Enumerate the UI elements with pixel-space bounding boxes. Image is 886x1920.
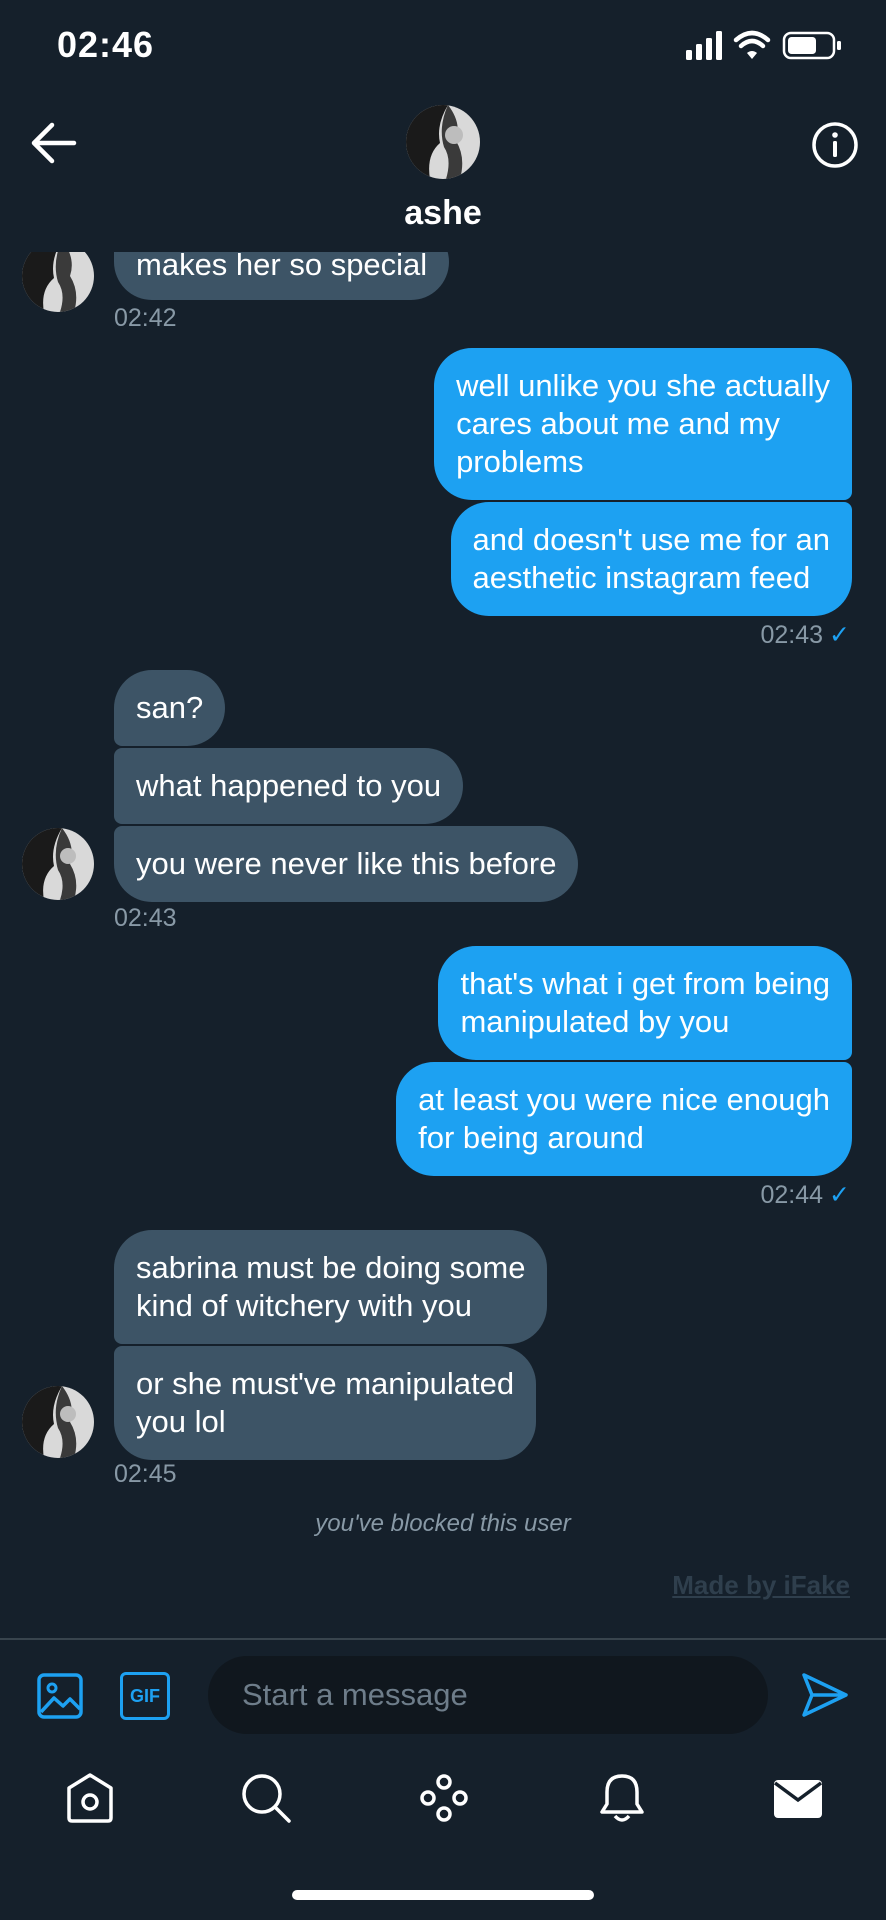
- nav-home[interactable]: [62, 1770, 118, 1826]
- header-avatar[interactable]: [406, 105, 480, 179]
- info-button[interactable]: [810, 120, 860, 170]
- battery-icon: [782, 31, 841, 60]
- home-icon: [67, 1773, 113, 1823]
- contact-avatar[interactable]: [22, 828, 94, 900]
- contact-avatar[interactable]: [22, 1386, 94, 1458]
- message-timestamp: 02:45: [114, 1460, 177, 1488]
- timestamp-text: 02:44: [760, 1181, 824, 1209]
- wifi-icon: [733, 30, 771, 59]
- message-timestamp: 02:43: [114, 904, 177, 932]
- message-text-line: problems: [456, 444, 584, 479]
- message-text: you were never like this before: [136, 846, 557, 881]
- message-text-line: or she must've manipulated: [136, 1366, 515, 1401]
- message-bubble-incoming[interactable]: sabrina must be doing some kind of witch…: [114, 1230, 548, 1344]
- read-check-icon: ✓: [829, 1181, 850, 1209]
- image-icon: [37, 1673, 83, 1719]
- message-text: san?: [136, 690, 204, 725]
- conversation[interactable]: makes her so special 02:42 well unlike y…: [0, 252, 886, 1636]
- signal-icon: [686, 30, 841, 60]
- notifications-icon: [600, 1774, 644, 1822]
- message-text-line: that's what i get from being: [460, 966, 830, 1001]
- message-bubble-outgoing[interactable]: at least you were nice enough for being …: [396, 1062, 852, 1176]
- home-indicator[interactable]: [292, 1890, 594, 1900]
- message-text: what happened to you: [136, 768, 442, 803]
- contact-avatar[interactable]: [22, 252, 94, 312]
- message-text-line: cares about me and my: [456, 406, 781, 441]
- messages-icon: [773, 1780, 823, 1818]
- blocked-notice: you've blocked this user: [315, 1510, 571, 1537]
- message-text-line: and doesn't use me for an: [472, 522, 830, 557]
- watermark-link[interactable]: Made by iFake: [672, 1570, 850, 1601]
- status-icons: [684, 28, 844, 62]
- search-icon: [242, 1774, 291, 1823]
- spaces-icon: [420, 1774, 468, 1822]
- avatar-image: [406, 105, 480, 179]
- nav-notifications[interactable]: [594, 1770, 650, 1826]
- message-text-line: kind of witchery with you: [136, 1288, 472, 1323]
- contact-name[interactable]: ashe: [0, 194, 886, 233]
- message-bubble-outgoing[interactable]: well unlike you she actually cares about…: [434, 348, 852, 500]
- message-bubble-incoming[interactable]: san?: [114, 670, 226, 746]
- send-icon: [802, 1673, 848, 1717]
- arrow-left-icon: [31, 122, 77, 164]
- message-bubble-incoming[interactable]: or she must've manipulated you lol: [114, 1346, 537, 1460]
- message-text-line: well unlike you she actually: [456, 368, 830, 403]
- message-text: makes her so special: [136, 252, 428, 282]
- nav-messages[interactable]: [770, 1770, 826, 1826]
- message-text-line: you lol: [136, 1404, 226, 1439]
- avatar-image: [22, 828, 94, 900]
- message-bubble-incoming[interactable]: makes her so special: [114, 252, 450, 300]
- avatar-image: [22, 1386, 94, 1458]
- message-timestamp: 02:43 ✓: [760, 620, 850, 650]
- timestamp-text: 02:43: [760, 621, 824, 649]
- read-check-icon: ✓: [829, 621, 850, 649]
- message-timestamp: 02:42: [114, 304, 177, 332]
- message-text-line: manipulated by you: [460, 1004, 730, 1039]
- message-timestamp: 02:44 ✓: [760, 1180, 850, 1210]
- add-image-button[interactable]: [36, 1672, 84, 1720]
- message-bubble-incoming[interactable]: what happened to you: [114, 748, 464, 824]
- message-input[interactable]: [208, 1656, 768, 1734]
- message-text-line: sabrina must be doing some: [136, 1250, 526, 1285]
- message-text-line: for being around: [418, 1120, 644, 1155]
- add-gif-button[interactable]: GIF: [120, 1672, 170, 1720]
- avatar-image: [22, 252, 94, 312]
- status-time: 02:46: [57, 24, 155, 65]
- nav-search[interactable]: [238, 1770, 294, 1826]
- composer-divider: [0, 1638, 886, 1640]
- send-button[interactable]: [800, 1670, 850, 1720]
- message-bubble-outgoing[interactable]: and doesn't use me for an aesthetic inst…: [450, 502, 852, 616]
- message-text-line: aesthetic instagram feed: [472, 560, 811, 595]
- back-button[interactable]: [26, 118, 82, 168]
- info-icon: [812, 122, 858, 168]
- message-bubble-outgoing[interactable]: that's what i get from being manipulated…: [438, 946, 852, 1060]
- message-text-line: at least you were nice enough: [418, 1082, 830, 1117]
- message-bubble-incoming[interactable]: you were never like this before: [114, 826, 579, 902]
- nav-spaces[interactable]: [416, 1770, 472, 1826]
